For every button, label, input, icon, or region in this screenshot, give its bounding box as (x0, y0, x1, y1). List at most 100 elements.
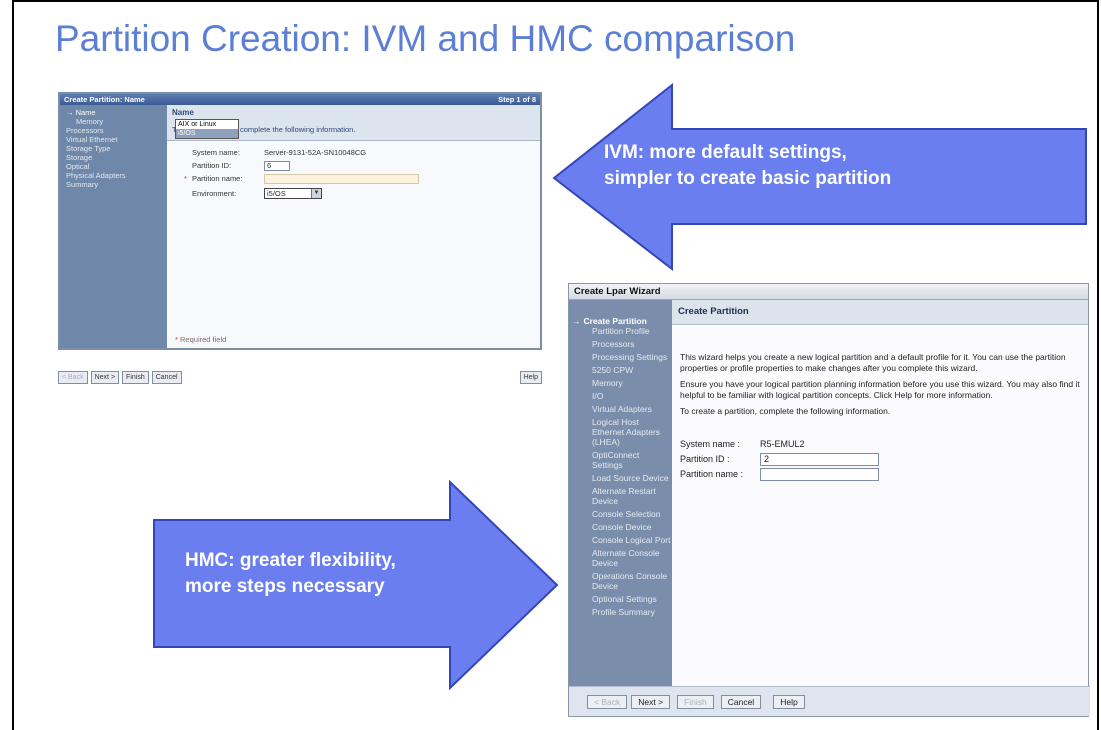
hmc-nav-item-create-partition[interactable]: → Create Partition (569, 316, 672, 326)
hmc-callout-line-2: more steps necessary (185, 576, 385, 597)
hmc-callout-text: HMC: greater flexibility, more steps nec… (185, 548, 396, 600)
hmc-paragraph-3: To create a partition, complete the foll… (680, 406, 891, 416)
ivm-environment-dropdown: AIX or Linux i5/OS (175, 119, 239, 139)
ivm-callout-line-1: IVM: more default settings, (604, 142, 847, 163)
ivm-system-name-label: System name: (192, 148, 240, 157)
hmc-nav-item[interactable]: Virtual Adapters (569, 404, 672, 414)
arrow-right-icon: → (572, 316, 581, 326)
ivm-heading: Name (172, 108, 194, 117)
ivm-required-note: * Required field (175, 335, 226, 344)
ivm-window-title: Create Partition: Name (64, 95, 145, 104)
hmc-intro-text: This wizard helps you create a new logic… (672, 325, 1088, 417)
hmc-partition-name-label: Partition name : (680, 469, 744, 479)
ivm-callout-line-2: simpler to create basic partition (604, 168, 892, 189)
hmc-nav-item[interactable]: Processing Settings (569, 352, 672, 362)
ivm-back-button[interactable]: < Back (58, 370, 88, 384)
hmc-nav-item[interactable]: Processors (569, 339, 672, 349)
ivm-cancel-button[interactable]: Cancel (151, 370, 182, 384)
hmc-nav-item[interactable]: Alternate Restart Device (569, 486, 672, 506)
hmc-nav-item[interactable]: Operations Console Device (569, 571, 672, 591)
hmc-window-title: Create Lpar Wizard (569, 284, 1088, 300)
ivm-callout-text: IVM: more default settings, simpler to c… (604, 140, 891, 192)
slide: Partition Creation: IVM and HMC comparis… (0, 0, 1101, 730)
hmc-partition-id-label: Partition ID : (680, 454, 730, 464)
ivm-required-note-text: Required field (180, 335, 227, 344)
ivm-nav-item-memory[interactable]: Memory (66, 117, 163, 126)
hmc-partition-name-row: Partition name : (680, 467, 1088, 482)
hmc-nav-item[interactable]: Load Source Device (569, 473, 672, 483)
hmc-nav-item[interactable]: Console Selection (569, 509, 672, 519)
hmc-nav-item[interactable]: 5250 CPW (569, 365, 672, 375)
ivm-step-indicator: Step 1 of 8 (498, 95, 536, 104)
ivm-partition-name-input[interactable] (264, 173, 419, 184)
hmc-nav-item[interactable]: Memory (569, 378, 672, 388)
hmc-main-panel: Create Partition This wizard helps you c… (672, 300, 1088, 716)
hmc-cancel-button[interactable]: Cancel (720, 694, 762, 709)
ivm-button-bar: < Back Next > Finish Cancel Help (58, 369, 542, 385)
hmc-finish-button[interactable]: Finish (677, 694, 714, 709)
ivm-environment-label: Environment: (192, 189, 237, 198)
hmc-partition-name-input[interactable] (760, 467, 879, 481)
ivm-finish-button[interactable]: Finish (122, 370, 149, 384)
ivm-partition-id-label: Partition ID: (192, 161, 232, 170)
ivm-partition-name-row: * Partition name: (184, 172, 540, 185)
hmc-nav-item[interactable]: Logical Host Ethernet Adapters (LHEA) (569, 417, 672, 447)
hmc-form: System name : R5-EMUL2 Partition ID : 2 … (672, 423, 1088, 482)
ivm-nav-item-summary[interactable]: Summary (66, 180, 163, 189)
chevron-down-icon[interactable]: ▼ (311, 189, 321, 198)
ivm-system-name-row: System name: Server-9131-52A-SN10048CG (192, 146, 540, 159)
ivm-nav-item-virtual-ethernet[interactable]: Virtual Ethernet (66, 135, 163, 144)
ivm-next-button[interactable]: Next > (90, 370, 120, 384)
ivm-option-i5os[interactable]: i5/OS (176, 129, 238, 138)
hmc-nav-item[interactable]: Console Device (569, 522, 672, 532)
hmc-system-name-value: R5-EMUL2 (760, 439, 805, 449)
hmc-nav-item[interactable]: OptiConnect Settings (569, 450, 672, 470)
ivm-environment-select[interactable]: i5/OS ▼ (264, 188, 322, 199)
ivm-option-aix-linux[interactable]: AIX or Linux (176, 120, 238, 129)
ivm-nav-item-physical-adapters[interactable]: Physical Adapters (66, 171, 163, 180)
ivm-partition-name-label: Partition name: (192, 174, 243, 183)
hmc-nav-label: Create Partition (583, 316, 647, 326)
hmc-help-button[interactable]: Help (773, 694, 805, 709)
ivm-nav-item-name[interactable]: → Name (66, 108, 163, 117)
hmc-button-bar: < Back Next > Finish Cancel Help (569, 686, 1090, 716)
required-marker: * (184, 174, 187, 183)
hmc-nav-item[interactable]: Optional Settings (569, 594, 672, 604)
hmc-create-lpar-wizard-window: Create Lpar Wizard → Create Partition Par… (568, 283, 1090, 717)
ivm-nav-item-storage[interactable]: Storage (66, 153, 163, 162)
ivm-nav-item-processors[interactable]: Processors (66, 126, 163, 135)
ivm-wizard-nav: → Name Memory Processors Virtual Etherne… (60, 105, 167, 348)
hmc-system-name-row: System name : R5-EMUL2 (680, 437, 1088, 452)
hmc-nav-item[interactable]: I/O (569, 391, 672, 401)
ivm-help-button[interactable]: Help (519, 370, 542, 384)
ivm-nav-item-optical[interactable]: Optical (66, 162, 163, 171)
hmc-next-button[interactable]: Next > (631, 694, 671, 709)
required-marker: * (175, 335, 178, 344)
ivm-create-partition-window: Create Partition: Name Step 1 of 8 → Nam… (58, 92, 542, 350)
hmc-nav-item[interactable]: Profile Summary (569, 607, 672, 617)
hmc-partition-id-input[interactable]: 2 (760, 452, 879, 466)
hmc-system-name-label: System name : (680, 439, 741, 449)
hmc-wizard-nav: → Create Partition Partition Profile Proc… (569, 300, 672, 716)
hmc-nav-item[interactable]: Alternate Console Device (569, 548, 672, 568)
hmc-paragraph-1: This wizard helps you create a new logic… (680, 352, 1066, 373)
ivm-environment-row: Environment: i5/OS ▼ (192, 187, 540, 200)
hmc-nav-item[interactable]: Partition Profile (569, 326, 672, 336)
ivm-partition-id-input[interactable]: 6 (264, 160, 290, 171)
hmc-nav-item[interactable]: Console Logical Port (569, 535, 672, 545)
ivm-titlebar: Create Partition: Name Step 1 of 8 (60, 94, 540, 105)
ivm-nav-label: Name (75, 108, 96, 117)
hmc-partition-id-row: Partition ID : 2 (680, 452, 1088, 467)
ivm-partition-id-row: Partition ID: 6 (192, 159, 540, 172)
ivm-main-panel: Name To create a partition complete the … (167, 105, 540, 348)
ivm-nav-item-storage-type[interactable]: Storage Type (66, 144, 163, 153)
hmc-heading: Create Partition (672, 300, 1088, 325)
ivm-partition-name-label-wrap: * Partition name: (184, 174, 264, 183)
hmc-back-button[interactable]: < Back (587, 694, 628, 709)
ivm-form: System name: Server-9131-52A-SN10048CG P… (167, 141, 540, 200)
slide-title: Partition Creation: IVM and HMC comparis… (55, 18, 796, 59)
ivm-environment-value: i5/OS (267, 189, 286, 198)
hmc-callout-line-1: HMC: greater flexibility, (185, 550, 396, 571)
hmc-paragraph-2: Ensure you have your logical partition p… (680, 379, 1080, 400)
ivm-system-name-value: Server-9131-52A-SN10048CG (264, 148, 367, 157)
